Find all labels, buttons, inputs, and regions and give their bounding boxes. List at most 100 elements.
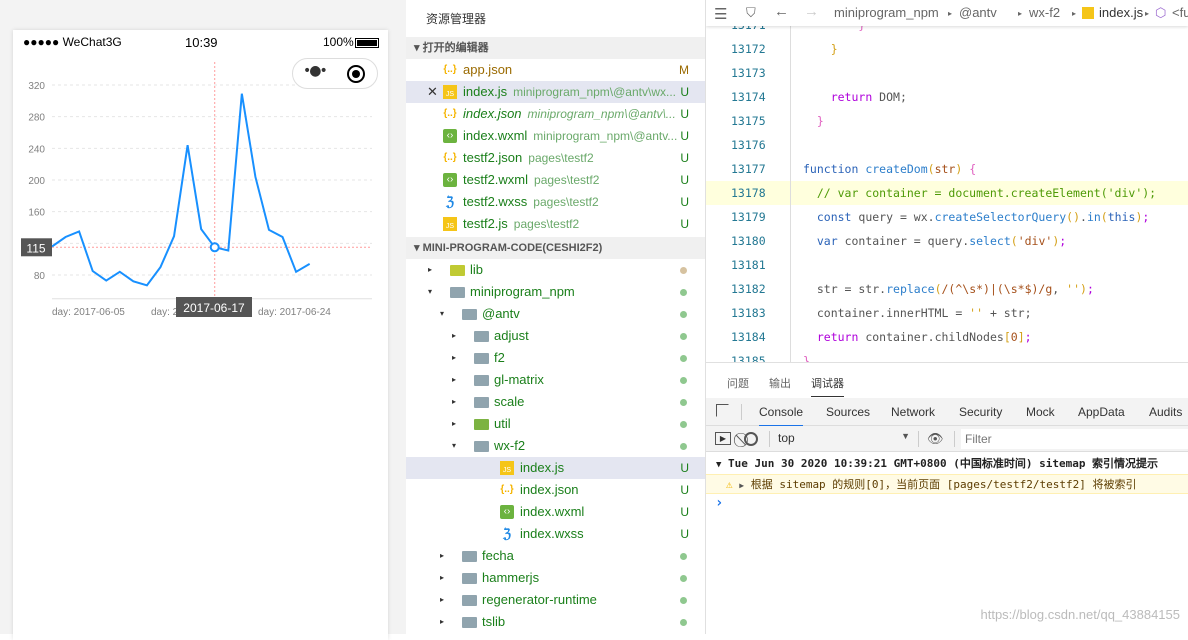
forward-icon[interactable]: → — [804, 3, 819, 20]
open-editor-item[interactable]: JStestf2.jspages\testf2U — [406, 213, 705, 235]
chevron-icon[interactable]: ▸ — [440, 567, 444, 589]
open-editor-item[interactable]: ℨtestf2.wxsspages\testf2U — [406, 191, 705, 213]
code-line[interactable]: 13182 str = str.replace(/(^\s*)|(\s*$)/g… — [706, 277, 1188, 301]
chevron-icon[interactable]: ▾ — [440, 303, 444, 325]
outline-icon[interactable]: ☰ — [714, 5, 727, 23]
open-editor-item[interactable]: {..}app.jsonM — [406, 59, 705, 81]
open-editor-item[interactable]: {..}index.jsonminiprogram_npm\@antv\...U — [406, 103, 705, 125]
context-select[interactable]: top▼ — [778, 431, 910, 445]
code-line[interactable]: 13172 } — [706, 37, 1188, 61]
tab-network[interactable]: Network — [891, 405, 935, 419]
console-filter-input[interactable] — [961, 429, 1188, 449]
code-line[interactable]: 13180 var container = query.select('div'… — [706, 229, 1188, 253]
more-icon[interactable]: •●• — [303, 63, 326, 79]
line-number: 13173 — [731, 61, 766, 85]
file-path: pages\testf2 — [514, 217, 579, 231]
tab-mock[interactable]: Mock — [1026, 405, 1055, 419]
chevron-icon[interactable]: ▸ — [452, 347, 456, 369]
line-chart[interactable]: 80120160200240280320day: 2017-06-05day: … — [0, 0, 406, 340]
tab-security[interactable]: Security — [959, 405, 1002, 419]
open-editors-header[interactable]: ▾ 打开的编辑器 — [406, 37, 705, 59]
tab-appdata[interactable]: AppData — [1078, 405, 1125, 419]
folder-icon — [474, 353, 489, 364]
code-token: '' — [1066, 282, 1080, 296]
chevron-down-icon: ▼ — [901, 431, 910, 441]
chevron-icon[interactable]: ▸ — [440, 589, 444, 611]
code-line[interactable]: 13176 — [706, 133, 1188, 157]
tab-output[interactable]: 输出 — [769, 375, 791, 391]
chevron-icon[interactable]: ▸ — [428, 259, 432, 281]
code-line[interactable]: 13177function createDom(str) { — [706, 157, 1188, 181]
back-icon[interactable]: ← — [774, 3, 789, 20]
code-token — [803, 42, 831, 56]
tree-item[interactable]: ▸fecha — [406, 545, 705, 567]
tab-sources[interactable]: Sources — [826, 405, 870, 419]
tree-item[interactable]: ▸adjust — [406, 325, 705, 347]
breadcrumb-item[interactable]: @antv — [959, 5, 997, 20]
tree-item[interactable]: {..}index.jsonU — [406, 479, 705, 501]
tree-item[interactable]: ▸util — [406, 413, 705, 435]
close-target-icon[interactable] — [347, 65, 365, 83]
code-line[interactable]: 13178 // var container = document.create… — [706, 181, 1188, 205]
code-line[interactable]: 13175 } — [706, 109, 1188, 133]
code-line[interactable]: 13174 return DOM; — [706, 85, 1188, 109]
code-token — [803, 90, 831, 104]
code-token: function — [803, 162, 858, 176]
code-editor[interactable]: ☰ ⛉ ← → miniprogram_npm ▸ @antv ▸ wx-f2 … — [706, 0, 1188, 362]
tree-item[interactable]: ▸tslib — [406, 611, 705, 633]
tree-item[interactable]: ▾wx-f2 — [406, 435, 705, 457]
open-editor-item[interactable]: ✕JSindex.jsminiprogram_npm\@antv\wx...U — [406, 81, 705, 103]
breadcrumb-item[interactable]: wx-f2 — [1029, 5, 1060, 20]
code-line[interactable]: 13173 — [706, 61, 1188, 85]
chevron-icon[interactable]: ▸ — [452, 391, 456, 413]
code-line[interactable]: 13183 container.innerHTML = '' + str; — [706, 301, 1188, 325]
tab-debugger[interactable]: 调试器 — [811, 375, 844, 397]
open-editor-item[interactable]: ‹›index.wxmlminiprogram_npm\@antv...U — [406, 125, 705, 147]
tab-audits[interactable]: Audits — [1149, 405, 1182, 419]
code-line[interactable]: 13184 return container.childNodes[0]; — [706, 325, 1188, 349]
breadcrumb-item[interactable]: index.js — [1099, 5, 1143, 20]
chevron-icon[interactable]: ▾ — [428, 281, 432, 303]
file-name: @antv — [482, 306, 520, 321]
tab-problems[interactable]: 问题 — [727, 375, 749, 391]
sidebar-toggle-icon[interactable]: ▶ — [715, 432, 731, 445]
tree-item[interactable]: ▸scale — [406, 391, 705, 413]
chevron-icon[interactable]: ▸ — [452, 413, 456, 435]
chevron-icon[interactable]: ▸ — [452, 369, 456, 391]
log-warning[interactable]: ⚠ ▶ 根据 sitemap 的规则[0]，当前页面 [pages/testf2… — [706, 474, 1188, 494]
code-line[interactable]: 13179 const query = wx.createSelectorQue… — [706, 205, 1188, 229]
tab-console[interactable]: Console — [759, 405, 803, 427]
git-status: U — [680, 213, 689, 235]
file-name: index.wxss — [520, 526, 584, 541]
tree-item[interactable]: ▸regenerator-runtime — [406, 589, 705, 611]
open-editor-item[interactable]: {..}testf2.jsonpages\testf2U — [406, 147, 705, 169]
tree-item[interactable]: ℨindex.wxssU — [406, 523, 705, 545]
tree-item[interactable]: JSindex.jsU — [406, 457, 705, 479]
close-icon[interactable]: ✕ — [427, 81, 438, 103]
code-line[interactable]: 13181 — [706, 253, 1188, 277]
breadcrumb-item[interactable]: miniprogram_npm — [834, 5, 939, 20]
inspect-icon[interactable] — [716, 404, 729, 417]
chevron-icon[interactable]: ▾ — [452, 435, 456, 457]
eye-icon[interactable]: 👁 — [927, 431, 944, 447]
tree-item[interactable]: ▾miniprogram_npm — [406, 281, 705, 303]
chevron-icon[interactable]: ▸ — [440, 545, 444, 567]
tree-item[interactable]: ▸f2 — [406, 347, 705, 369]
console-prompt[interactable]: › — [706, 495, 1188, 511]
breadcrumb-item[interactable]: <func — [1172, 5, 1188, 20]
project-header[interactable]: ▾ MINI-PROGRAM-CODE(CESHI2F2) — [406, 237, 705, 259]
tree-item[interactable]: ▾ @antv — [406, 303, 705, 325]
code-text: var container = query.select('div'); — [803, 229, 1066, 253]
tree-item[interactable]: ‹›index.wxmlU — [406, 501, 705, 523]
tree-item[interactable]: ▸lib — [406, 259, 705, 281]
clear-console-icon-ring[interactable] — [744, 432, 758, 446]
chevron-icon[interactable]: ▸ — [452, 325, 456, 347]
code-line[interactable]: 13185} — [706, 349, 1188, 362]
file-name: index.wxml — [520, 504, 584, 519]
chevron-icon[interactable]: ▸ — [440, 611, 444, 633]
tree-item[interactable]: ▸gl-matrix — [406, 369, 705, 391]
bookmark-icon[interactable]: ⛉ — [746, 5, 756, 21]
open-editor-item[interactable]: ‹›testf2.wxmlpages\testf2U — [406, 169, 705, 191]
log-group-header[interactable]: ▼ Tue Jun 30 2020 10:39:21 GMT+0800 (中国标… — [706, 454, 1188, 474]
tree-item[interactable]: ▸hammerjs — [406, 567, 705, 589]
